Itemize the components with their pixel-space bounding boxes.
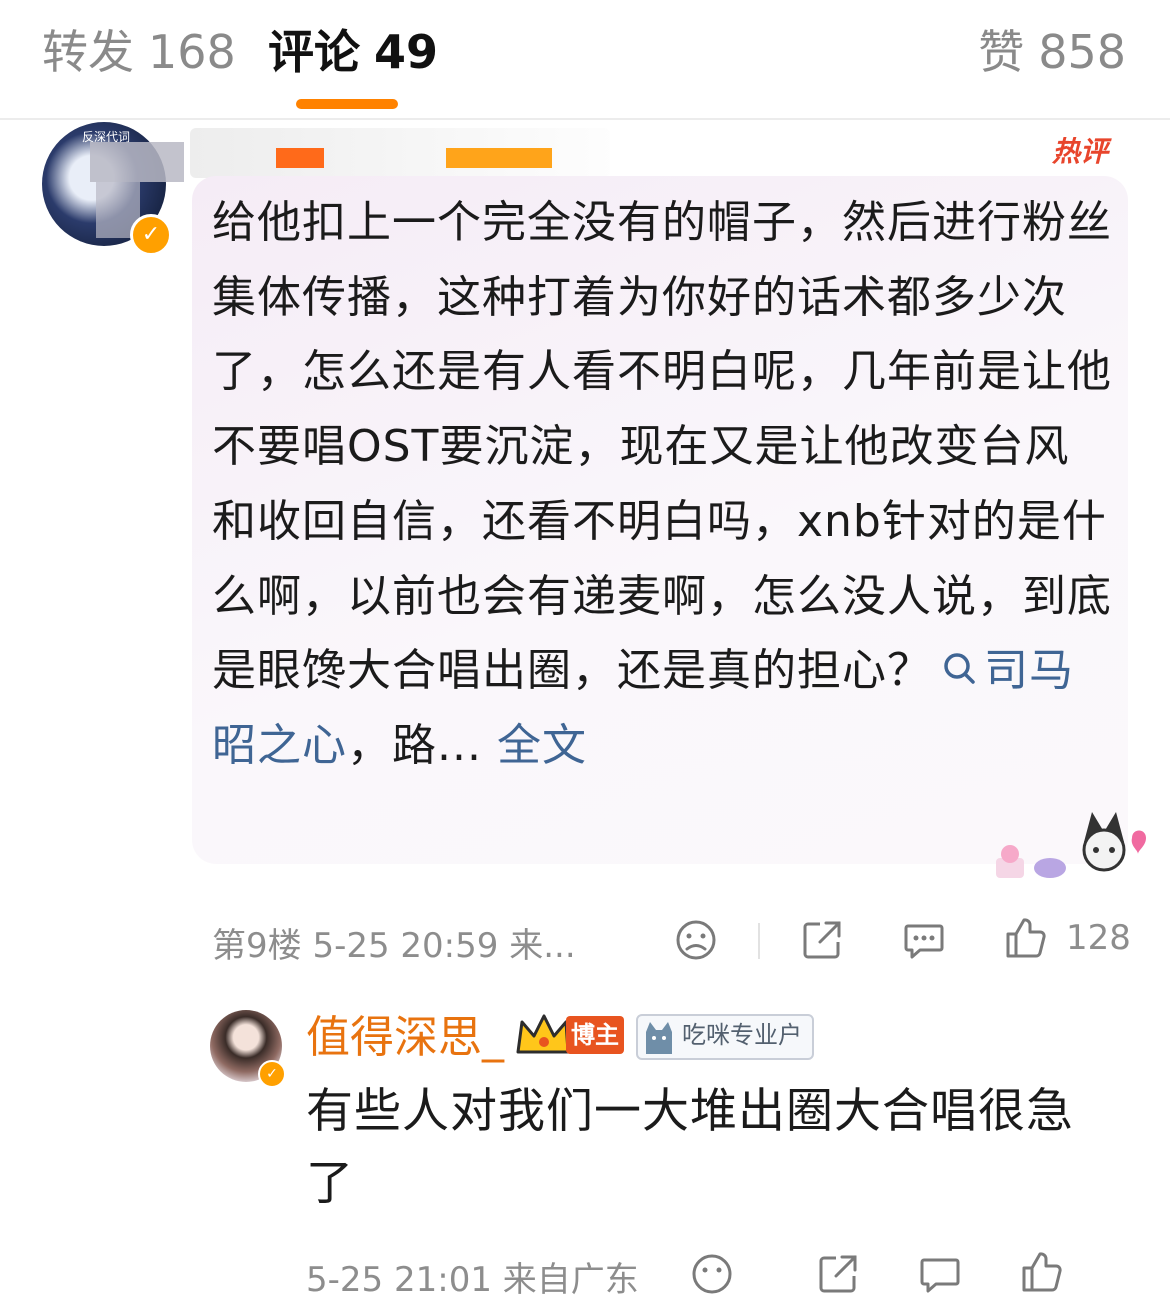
tab-likes[interactable]: 赞 858: [978, 22, 1126, 82]
action-divider: [758, 923, 760, 959]
reply-verified-icon: ✓: [258, 1060, 286, 1088]
reply-share-icon[interactable]: [816, 1252, 860, 1296]
tab-repost-label: 转发: [42, 25, 134, 79]
tab-comments-label: 评论: [268, 25, 360, 79]
reply-comment-icon[interactable]: [918, 1252, 962, 1296]
share-icon[interactable]: [800, 918, 844, 962]
avatar-mosaic: [90, 142, 184, 182]
tab-likes-label: 赞: [978, 25, 1025, 79]
tab-bar: 转发 168 评论 49 赞 858: [0, 0, 1170, 120]
comment-body: 给他扣上一个完全没有的帽子，然后进行粉丝集体传播，这种打着为你好的话术都多少次了…: [212, 197, 1112, 697]
comment-meta: 第9楼 5-25 20:59 来...: [212, 926, 576, 966]
kuromi-sticker-decoration: [996, 812, 1146, 878]
reply-like-icon[interactable]: [1020, 1250, 1064, 1294]
reply-meta: 5-25 21:01 来自广东: [306, 1260, 639, 1300]
search-icon: [944, 653, 975, 684]
like-icon[interactable]: [1004, 916, 1048, 960]
tab-likes-count: 858: [1038, 25, 1126, 79]
blogger-badge: 博主: [566, 1016, 624, 1054]
cat-icon: [646, 1022, 672, 1054]
reply-dislike-face-icon[interactable]: [690, 1252, 734, 1296]
redacted-badge-2: [446, 148, 552, 168]
tab-comments-count: 49: [374, 25, 439, 79]
redacted-badge-1: [276, 148, 324, 168]
dislike-face-icon[interactable]: [674, 918, 718, 962]
like-count: 128: [1066, 918, 1131, 958]
tab-repost[interactable]: 转发 168: [42, 22, 236, 82]
hot-comment-label: 热评: [1052, 135, 1109, 168]
reply-text[interactable]: 有些人对我们一大堆出圈大合唱很急了: [306, 1076, 1096, 1220]
tab-comments[interactable]: 评论 49: [268, 22, 438, 82]
verified-icon: ✓: [130, 214, 172, 256]
comment-tail: ，路...: [347, 719, 482, 771]
comment-text[interactable]: 给他扣上一个完全没有的帽子，然后进行粉丝集体传播，这种打着为你好的话术都多少次了…: [212, 186, 1112, 784]
reply-author-name[interactable]: 值得深思_: [306, 1010, 504, 1066]
tab-repost-count: 168: [148, 25, 236, 79]
fulltext-link[interactable]: 全文: [497, 720, 587, 771]
reply-icon[interactable]: [902, 918, 946, 962]
active-tab-indicator: [296, 99, 398, 109]
pro-badge-label: 吃咪专业户: [682, 1021, 802, 1049]
